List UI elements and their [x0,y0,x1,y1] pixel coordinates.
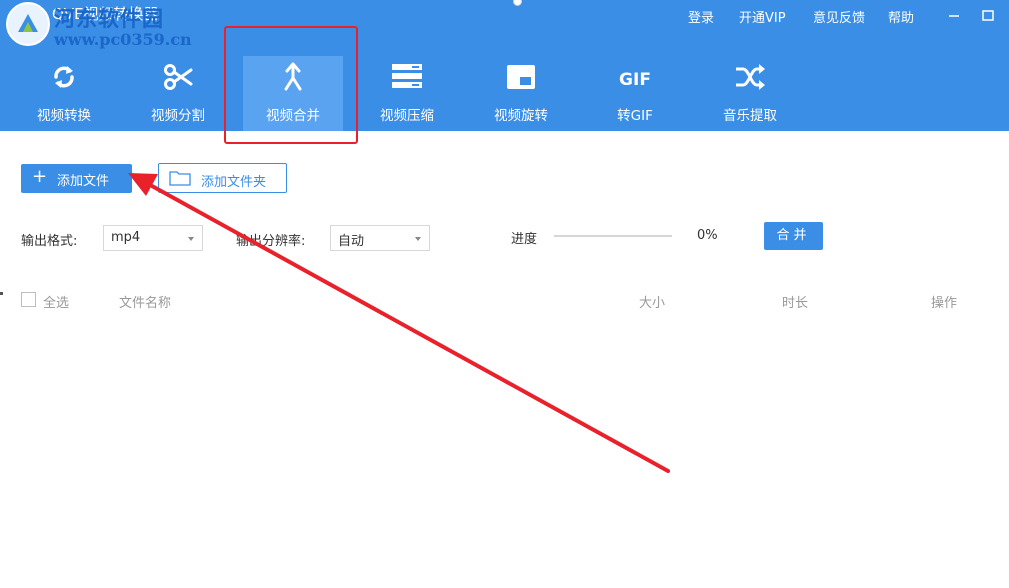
tab-label: 转GIF [617,108,653,124]
login-link[interactable]: 登录 [688,7,714,26]
tab-video-compress[interactable]: 视频压缩 [357,56,457,131]
output-format-label: 输出格式: [21,234,78,249]
tab-video-rotate[interactable]: 视频旋转 [471,56,571,131]
watermark-url: www.pc0359.cn [54,30,192,49]
maximize-icon [982,10,994,21]
minimize-button[interactable] [944,5,964,25]
tab-music-extract[interactable]: 音乐提取 [700,56,800,131]
rotate-icon [507,65,535,89]
chevron-down-icon [415,237,421,241]
vip-link[interactable]: 开通VIP [739,7,786,26]
select-all-label[interactable]: 全选 [43,292,69,311]
title-bar: QVE视频转换器 河东软件园 www.pc0359.cn 登录 开通VIP 意见… [0,0,1009,48]
shuffle-icon [736,64,765,90]
output-resolution-select[interactable]: 自动 [330,225,430,251]
watermark: 河东软件园 www.pc0359.cn [54,8,192,48]
plus-icon: + [32,166,48,187]
tab-label: 视频旋转 [494,108,548,124]
tab-video-convert[interactable]: 视频转换 [14,56,114,131]
progress-percent: 0% [697,228,718,243]
svg-text:GIF: GIF [619,70,651,90]
column-header-size: 大小 [639,296,666,311]
tab-label: 音乐提取 [723,108,777,124]
column-header-duration: 时长 [782,296,809,311]
column-header-action: 操作 [931,296,958,311]
add-folder-button[interactable]: 添加文件夹 [158,163,287,193]
output-format-value: mp4 [111,230,141,245]
app-logo [6,2,50,46]
app-header: QVE视频转换器 河东软件园 www.pc0359.cn 登录 开通VIP 意见… [0,0,1009,131]
progress-label: 进度 [511,232,538,247]
scissors-icon [164,64,193,90]
folder-icon [169,171,191,186]
output-format-select[interactable]: mp4 [103,225,203,251]
add-folder-label: 添加文件夹 [201,175,267,190]
close-button[interactable] [978,5,998,25]
progress-bar [554,235,672,237]
output-resolution-label: 输出分辨率: [236,234,306,249]
tab-label: 视频分割 [151,108,205,124]
compress-icon [392,64,422,88]
output-resolution-value: 自动 [338,234,365,249]
minimize-icon [949,15,959,17]
tab-label: 视频压缩 [380,108,434,124]
tab-label: 视频合并 [266,108,320,124]
tab-label: 视频转换 [37,108,91,124]
convert-icon [54,66,74,88]
merge-button[interactable]: 合并 [764,222,823,250]
tab-to-gif[interactable]: GIF 转GIF [585,56,685,131]
logo-icon [18,14,38,32]
chevron-down-icon [188,237,194,241]
tab-video-split[interactable]: 视频分割 [128,56,228,131]
help-link[interactable]: 帮助 [888,7,914,26]
feedback-link[interactable]: 意见反馈 [813,7,865,26]
column-header-filename: 文件名称 [119,296,172,311]
select-all-checkbox[interactable] [21,292,36,307]
add-file-button[interactable]: + 添加文件 [21,164,132,193]
add-file-label: 添加文件 [57,174,110,189]
merge-icon [284,62,302,91]
gif-icon: GIF [619,70,651,90]
watermark-name: 河东软件园 [54,6,164,31]
window-edge-mark [0,292,3,295]
drag-handle [513,0,522,6]
tab-video-merge[interactable]: 视频合并 [243,56,343,131]
